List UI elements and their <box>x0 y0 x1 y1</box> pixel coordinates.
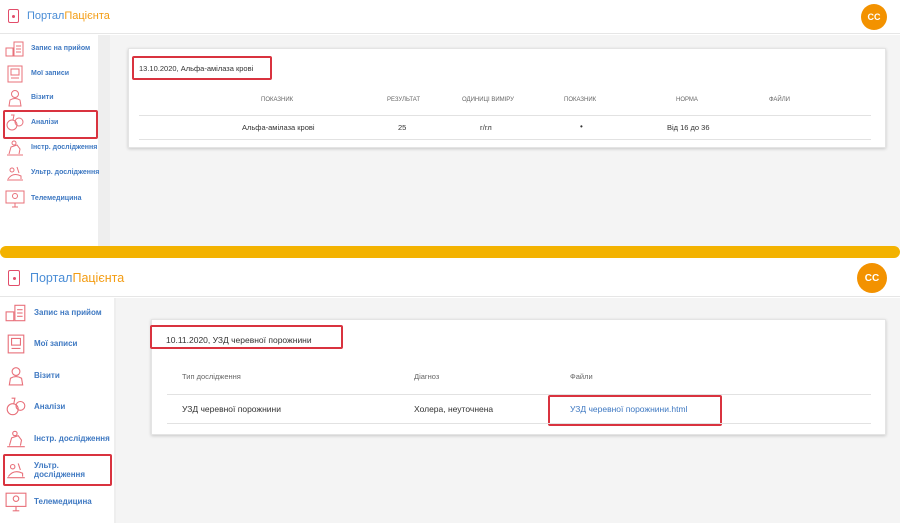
top-bar: ПорталПацієнта CC <box>0 260 900 297</box>
sidebar-item-my-records[interactable]: Мої записи <box>4 333 77 355</box>
appointment-icon <box>4 39 26 59</box>
sidebar-item-appointment[interactable]: Запис на прийом <box>4 302 102 324</box>
sidebar-item-visits[interactable]: Візити <box>4 88 54 108</box>
main-content: 10.11.2020, УЗД черевної порожнини Тип д… <box>116 298 900 523</box>
ultrasound-card: 10.11.2020, УЗД черевної порожнини Тип д… <box>150 319 886 435</box>
column-header: НОРМА <box>676 97 698 103</box>
portal-logo-icon <box>8 9 19 23</box>
appointment-icon <box>4 302 28 324</box>
analyses-icon <box>4 396 28 418</box>
highlight-analysis-title <box>132 56 272 80</box>
sidebar-item-visits[interactable]: Візити <box>4 365 60 387</box>
telemedicine-icon <box>4 189 26 209</box>
table-cell-name: Альфа-аміла­за крові <box>242 123 315 132</box>
analyses-panel: ПорталПацієнта CC Запис на прийом Мої за… <box>0 0 900 248</box>
sidebar-item-analyses[interactable]: Аналізи <box>4 396 65 418</box>
column-header: РЕЗУЛЬТАТ <box>387 97 420 103</box>
highlight-file-link <box>548 395 722 426</box>
sidebar-item-telemedicine[interactable]: Телемедицина <box>4 189 82 209</box>
column-header: ПОКАЗНИК <box>564 97 597 103</box>
table-cell-norm: Від 16 до 36 <box>667 123 710 132</box>
table-cell-result: 25 <box>398 123 407 132</box>
sidebar-scrollbar[interactable] <box>98 35 110 248</box>
sidebar-item-instrumental[interactable]: Інстр. дослідження <box>4 428 110 450</box>
analysis-card: 13.10.2020, Альфа-аміла­за крові ПОКАЗНИ… <box>128 48 886 148</box>
ultrasound-icon <box>4 163 26 183</box>
sidebar: Запис на прийом Мої записи Візити Аналіз… <box>0 298 116 523</box>
main-content: 13.10.2020, Альфа-аміла­за крові ПОКАЗНИ… <box>110 35 900 248</box>
sidebar-item-ultrasound[interactable]: Ультр. дослідження <box>4 163 99 183</box>
instrumental-research-icon <box>4 428 28 450</box>
table-cell-unit: г/гл <box>480 123 492 132</box>
portal-logo[interactable]: ПорталПацієнта <box>8 270 124 286</box>
sidebar-item-appointment[interactable]: Запис на прийом <box>4 39 90 59</box>
sidebar: Запис на прийом Мої записи Візити Аналіз… <box>0 35 110 248</box>
highlight-ultrasound <box>3 454 112 486</box>
column-header: ПОКАЗНИК <box>261 97 294 103</box>
column-header: ОДИНИЦІ ВИМІРУ <box>462 97 514 103</box>
column-header: Тип дослідження <box>182 372 241 381</box>
highlight-analyses <box>3 110 98 139</box>
instrumental-research-icon <box>4 138 26 158</box>
records-icon <box>4 333 28 355</box>
screenshot-divider <box>0 246 900 258</box>
table-cell-type: УЗД черевної порожнини <box>182 404 281 414</box>
doctor-visit-icon <box>4 88 26 108</box>
records-icon <box>4 64 26 84</box>
doctor-visit-icon <box>4 365 28 387</box>
sidebar-item-instrumental[interactable]: Інстр. дослідження <box>4 138 97 158</box>
ultrasound-panel: ПорталПацієнта CC Запис на прийом Мої за… <box>0 260 900 523</box>
user-avatar[interactable]: CC <box>861 4 887 30</box>
portal-logo-icon <box>8 270 20 286</box>
table-cell-diagnosis: Холера, неуточнена <box>414 404 494 414</box>
column-header: Файли <box>570 372 593 381</box>
sidebar-item-my-records[interactable]: Мої записи <box>4 64 69 84</box>
table-cell-indicator: • <box>580 122 583 131</box>
sidebar-item-telemedicine[interactable]: Телемедицина <box>4 491 92 513</box>
column-header: Діагноз <box>414 372 440 381</box>
user-avatar[interactable]: CC <box>857 263 887 293</box>
column-header: ФАЙЛИ <box>769 97 790 103</box>
highlight-ultrasound-title <box>150 325 343 349</box>
telemedicine-icon <box>4 491 28 513</box>
portal-logo[interactable]: ПорталПацієнта <box>8 9 110 23</box>
top-bar: ПорталПацієнта CC <box>0 0 900 34</box>
